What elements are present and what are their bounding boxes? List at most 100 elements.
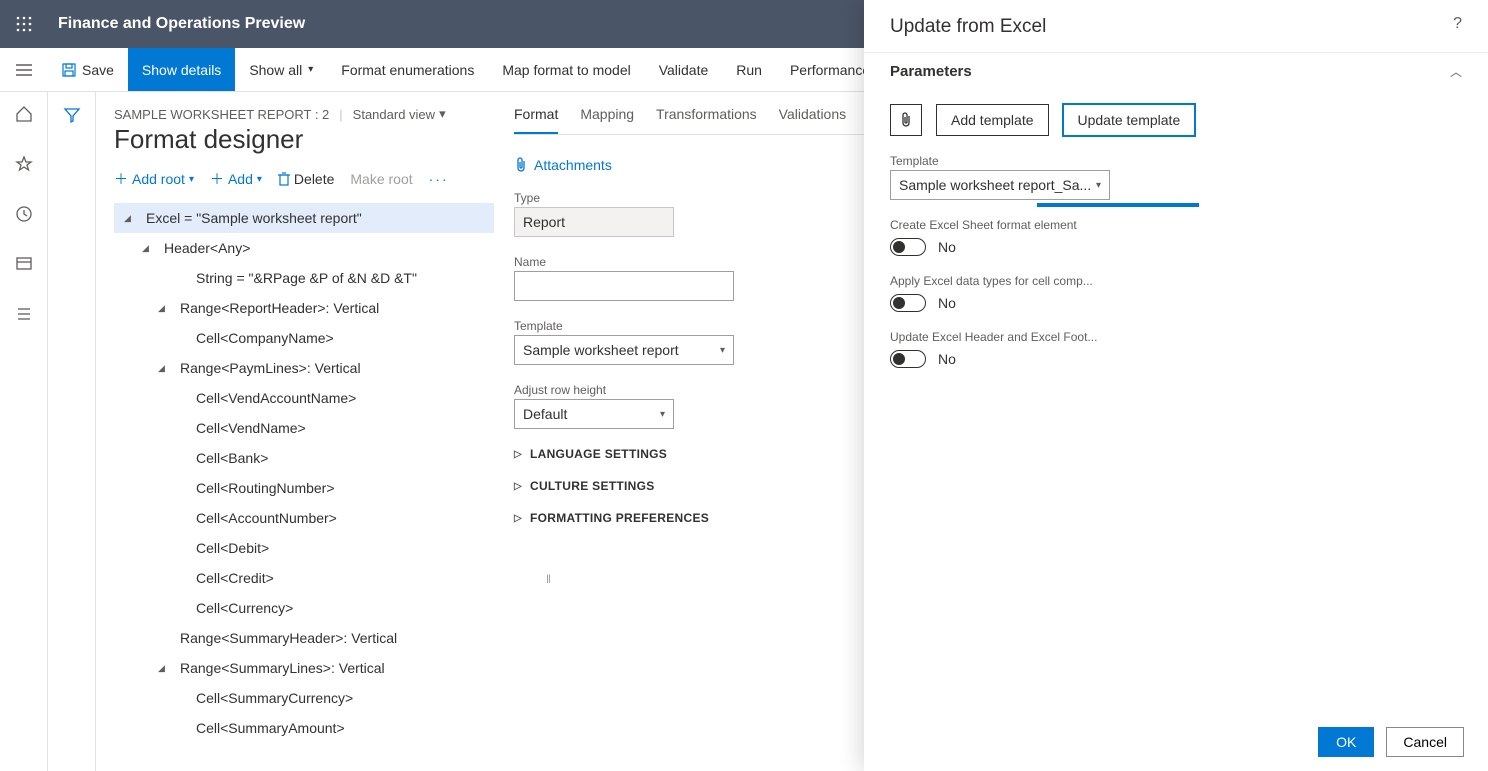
tree-row[interactable]: Cell<CompanyName> [114,323,494,353]
breadcrumb: SAMPLE WORKSHEET REPORT : 2 | Standard v… [114,106,494,122]
app-title: Finance and Operations Preview [58,15,305,33]
tab-format[interactable]: Format [514,106,558,134]
more-actions-button[interactable]: ··· [429,171,449,187]
tab-validations[interactable]: Validations [779,106,846,134]
tree-row[interactable]: ◢ Range<ReportHeader>: Vertical [114,293,494,323]
tree-label: Cell<Bank> [196,450,268,466]
chevron-down-icon: ▾ [308,64,313,75]
chevron-down-icon: ▾ [1096,180,1101,191]
run-button[interactable]: Run [722,48,776,91]
tree-label: Range<ReportHeader>: Vertical [180,300,379,316]
template-select[interactable]: Sample worksheet report▾ [514,335,734,365]
tree-row[interactable]: ◢Range<SummaryLines>: Vertical [114,653,494,683]
chevron-right-icon: ▷ [514,449,522,460]
tree-label: Range<SummaryHeader>: Vertical [180,630,397,646]
tree-row[interactable]: Cell<VendName> [114,413,494,443]
chevron-down-icon: ▾ [257,174,262,185]
view-dropdown[interactable]: Standard view ▾ [353,106,446,122]
chevron-right-icon: ▷ [514,513,522,524]
map-format-button[interactable]: Map format to model [488,48,644,91]
tree-label: Header<Any> [164,240,250,256]
show-details-button[interactable]: Show details [128,48,235,91]
delete-button[interactable]: Delete [278,171,334,187]
filter-column [48,92,96,771]
tree-row[interactable]: ◢ Range<PaymLines>: Vertical [114,353,494,383]
format-tree: ◢Excel = "Sample worksheet report"◢Heade… [114,203,494,743]
tree-row[interactable]: String = "&RPage &P of &N &D &T" [114,263,494,293]
chevron-right-icon: ▷ [514,481,522,492]
tree-row[interactable]: ◢Excel = "Sample worksheet report" [114,203,494,233]
slideover-title: Update from Excel [890,16,1046,38]
update-header-toggle[interactable] [890,350,926,368]
tab-mapping[interactable]: Mapping [580,106,634,134]
apply-types-toggle[interactable] [890,294,926,312]
create-sheet-value: No [938,239,956,255]
breadcrumb-report: SAMPLE WORKSHEET REPORT : 2 [114,107,329,122]
recent-icon[interactable] [8,198,40,230]
tree-label: Cell<Credit> [196,570,274,586]
plus-icon: ＋ [114,169,128,189]
validate-button[interactable]: Validate [645,48,723,91]
ok-button[interactable]: OK [1318,727,1374,757]
tree-row[interactable]: Cell<RoutingNumber> [114,473,494,503]
trash-icon [278,172,290,186]
tree-caret-icon[interactable]: ◢ [158,363,172,374]
home-icon[interactable] [8,98,40,130]
type-field: Report [514,207,674,237]
breadcrumb-separator: | [339,107,342,122]
help-icon[interactable]: ? [1453,15,1462,33]
tree-row[interactable]: Cell<SummaryAmount> [114,713,494,743]
panel-template-select[interactable]: Sample worksheet report_Sa...▾ [890,170,1110,200]
chevron-down-icon: ▾ [660,409,665,420]
chevron-up-icon[interactable]: ︿ [1450,63,1462,80]
cancel-button[interactable]: Cancel [1386,727,1464,757]
name-field[interactable] [514,271,734,301]
hamburger-menu-icon[interactable] [0,48,48,91]
app-launcher-icon[interactable] [0,16,48,32]
attachment-icon [514,157,528,173]
left-designer-column: SAMPLE WORKSHEET REPORT : 2 | Standard v… [114,106,494,771]
chevron-down-icon: ▾ [720,345,725,356]
modules-icon[interactable] [8,298,40,330]
add-root-button[interactable]: ＋ Add root ▾ [114,169,194,189]
format-enumerations-button[interactable]: Format enumerations [327,48,488,91]
tree-label: Cell<AccountNumber> [196,510,337,526]
workspace-icon[interactable] [8,248,40,280]
tree-row[interactable]: Cell<Credit> [114,563,494,593]
tree-row[interactable]: Cell<Debit> [114,533,494,563]
view-label: Standard view [353,107,435,122]
row-height-select[interactable]: Default▾ [514,399,674,429]
attachment-button[interactable] [890,104,922,136]
tab-transformations[interactable]: Transformations [656,106,757,134]
page-title: Format designer [114,124,494,155]
column-splitter[interactable] [546,572,551,586]
tree-label: Cell<SummaryCurrency> [196,690,353,706]
tree-caret-icon[interactable]: ◢ [158,663,172,674]
attachment-icon [900,112,912,128]
tree-row[interactable]: Range<SummaryHeader>: Vertical [114,623,494,653]
create-sheet-label: Create Excel Sheet format element [890,218,1462,232]
tree-row[interactable]: Cell<SummaryCurrency> [114,683,494,713]
add-button[interactable]: ＋ Add ▾ [210,169,262,189]
designer-toolbar: ＋ Add root ▾ ＋ Add ▾ Delete Make root ·· [114,169,494,189]
save-button[interactable]: Save [48,48,128,91]
tree-row[interactable]: Cell<Currency> [114,593,494,623]
filter-icon[interactable] [63,106,81,124]
tree-row[interactable]: Cell<Bank> [114,443,494,473]
show-all-button[interactable]: Show all ▾ [235,48,327,91]
tree-label: Cell<Debit> [196,540,269,556]
save-icon [62,63,76,77]
update-header-label: Update Excel Header and Excel Foot... [890,330,1462,344]
tree-caret-icon[interactable]: ◢ [158,303,172,314]
tree-row[interactable]: ◢ Header<Any> [114,233,494,263]
favorites-icon[interactable] [8,148,40,180]
add-template-button[interactable]: Add template [936,104,1049,136]
create-sheet-toggle[interactable] [890,238,926,256]
tree-caret-icon[interactable]: ◢ [124,213,138,224]
make-root-button: Make root [350,171,412,187]
update-template-button[interactable]: Update template [1063,104,1196,136]
tree-label: Range<PaymLines>: Vertical [180,360,361,376]
tree-caret-icon[interactable]: ◢ [142,243,156,254]
tree-row[interactable]: Cell<AccountNumber> [114,503,494,533]
tree-row[interactable]: Cell<VendAccountName> [114,383,494,413]
